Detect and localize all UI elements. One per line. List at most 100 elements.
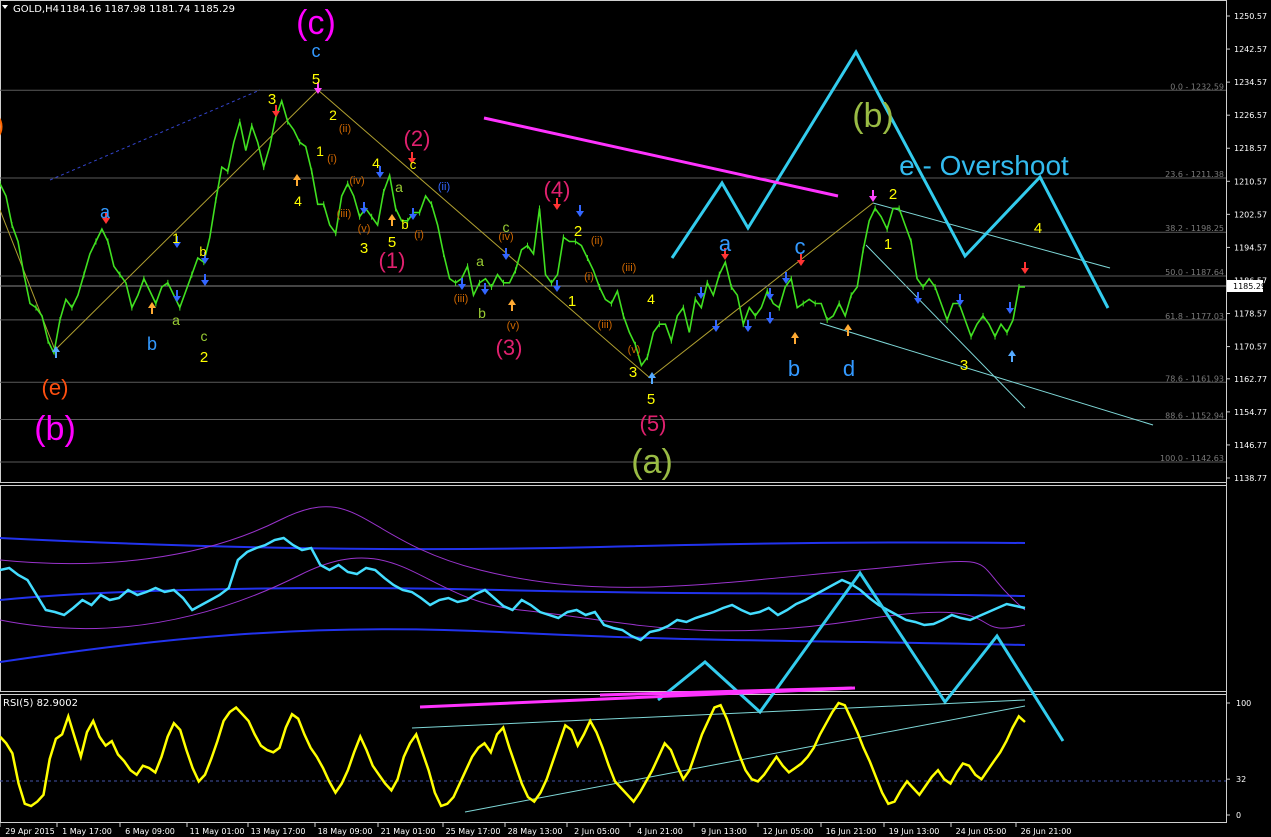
wave-label: e - Overshoot — [899, 150, 1069, 181]
wave-label: 3 — [268, 91, 276, 108]
rsi-divergence-arrow — [419, 686, 856, 709]
symbol-arrow-icon — [2, 5, 8, 9]
trendline-wave-1 — [0, 209, 56, 351]
up-arrow-icon — [1008, 350, 1016, 356]
wave-label: a — [100, 202, 111, 222]
wave-label: (e) — [42, 375, 69, 400]
wave-label: (v) — [507, 320, 520, 332]
current-price-value: 1185.29 — [1233, 282, 1266, 291]
price-tick-label: 1170.57 — [1234, 343, 1267, 352]
wave-label: (v) — [628, 344, 641, 356]
down-arrow-icon — [272, 111, 280, 117]
wave-label: b — [147, 334, 157, 354]
price-tick-label: 1218.57 — [1234, 144, 1267, 153]
down-arrow-icon — [766, 318, 774, 324]
down-arrow-icon — [376, 172, 384, 178]
wave-label: ) — [0, 112, 4, 139]
rsi-tick-label: 0 — [1236, 811, 1241, 820]
wave-label: a — [172, 312, 180, 328]
wave-label: c — [410, 157, 417, 172]
wave-label: (v) — [358, 223, 371, 235]
price-tick-label: 1162.77 — [1234, 375, 1267, 384]
trading-chart: GOLD,H4 1184.16 1187.98 1181.74 1185.29 … — [0, 0, 1267, 836]
down-arrow-icon — [553, 204, 561, 210]
price-tick-label: 1154.77 — [1234, 408, 1267, 417]
up-arrow-icon — [648, 372, 656, 378]
down-arrow-icon — [458, 284, 466, 290]
down-arrow-icon — [502, 254, 510, 260]
time-tick-label: 9 Jun 13:00 — [701, 827, 747, 836]
wave-label: 4 — [294, 193, 302, 209]
down-arrow-icon — [797, 260, 805, 266]
wave-label: 4 — [1034, 220, 1042, 237]
wave-label: c — [503, 219, 510, 235]
time-tick-label: 29 Apr 2015 — [5, 827, 54, 836]
wave-label: 2 — [574, 223, 582, 240]
up-arrow-icon — [508, 299, 516, 305]
wave-label: d — [843, 356, 855, 381]
time-tick-label: 13 May 17:00 — [251, 827, 306, 836]
fib-label: 50.0 - 1187.64 — [1165, 268, 1224, 277]
time-tick-label: 16 Jun 21:00 — [826, 827, 877, 836]
trendlines — [0, 89, 1226, 426]
wave-label: 5 — [312, 71, 320, 88]
wave-label: 2 — [329, 107, 337, 123]
down-arrow-icon — [201, 280, 209, 286]
wave-label: 3 — [960, 357, 968, 374]
wave-label: (ii) — [591, 235, 603, 247]
wave-label: a — [476, 253, 484, 269]
time-tick-label: 25 May 17:00 — [446, 827, 501, 836]
price-tick-label: 1202.57 — [1234, 210, 1267, 219]
up-arrow-icon — [388, 214, 396, 220]
wave-label: (ii) — [339, 123, 351, 135]
fib-label: 100.0 - 1142.63 — [1160, 454, 1224, 463]
divergence-arrow — [483, 116, 839, 198]
time-tick-label: 24 Jun 05:00 — [956, 827, 1007, 836]
wave-label: b — [478, 305, 486, 321]
rsi-tick-label: 100 — [1236, 699, 1251, 708]
ohlc-readout: 1184.16 1187.98 1181.74 1185.29 — [60, 4, 235, 15]
wave-label: a — [719, 231, 732, 256]
maximize-button[interactable] — [974, 0, 984, 6]
wave-label: (4) — [544, 177, 571, 202]
down-arrow-icon — [553, 286, 561, 292]
rsi-line — [0, 701, 1026, 808]
wave-label: b — [401, 217, 408, 232]
wave-label: (iv) — [349, 175, 364, 187]
wave-label: (i) — [584, 271, 594, 283]
wave-label: 3 — [629, 364, 637, 381]
wave-label: 4 — [647, 291, 655, 307]
down-arrow-icon — [576, 211, 584, 217]
wave-label: 2 — [200, 349, 208, 366]
channel-mid — [865, 244, 1026, 409]
down-arrow-icon — [481, 289, 489, 295]
bands-panel-frame — [0, 485, 1227, 692]
wave-label: (iii) — [337, 208, 352, 220]
rsi-panel: RSI(5) 82.9002 100 32 0 — [0, 686, 1251, 820]
down-arrow-icon — [1006, 308, 1014, 314]
down-arrow-icon — [766, 294, 774, 300]
wave-label: a — [395, 179, 403, 195]
bands-projection — [657, 570, 1065, 742]
time-tick-label: 21 May 01:00 — [381, 827, 436, 836]
wave-label: (ii) — [438, 181, 450, 193]
price-tick-label: 1146.77 — [1234, 441, 1267, 450]
rsi-axis: 100 32 0 — [1226, 699, 1251, 820]
up-arrow-icon — [791, 332, 799, 338]
wave-label: (c) — [296, 4, 336, 42]
trendline-wave-4 — [649, 202, 874, 379]
time-tick-label: 19 Jun 13:00 — [889, 827, 940, 836]
up-arrow-icon — [293, 174, 301, 180]
band-upper — [0, 537, 1026, 551]
wave-label: 4 — [372, 155, 380, 171]
price-axis: 1250.57 1242.57 1234.57 1226.57 1218.57 1210.… — [1226, 12, 1267, 483]
wave-label: 1 — [884, 236, 892, 253]
wave-label: c — [795, 234, 806, 259]
price-tick-label: 1250.57 — [1234, 12, 1267, 21]
band-lower — [0, 628, 1026, 663]
wave-label: 3 — [360, 240, 368, 257]
wave-label: (iii) — [622, 262, 637, 274]
fibonacci-levels: 0.0 - 1232.59 23.6 - 1211.38 38.2 - 1198.2… — [0, 82, 1226, 463]
wave-label: (1) — [379, 248, 406, 273]
down-arrow-icon — [173, 296, 181, 302]
